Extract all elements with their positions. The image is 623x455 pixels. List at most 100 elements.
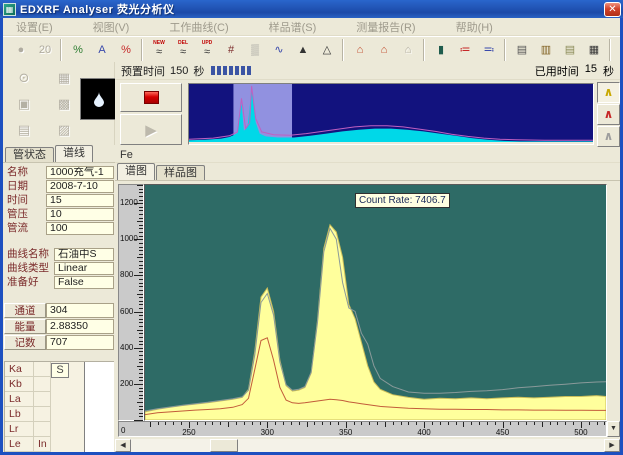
scroll-right-button[interactable]: ▶ [604,439,620,452]
list-red-button[interactable]: ≔ [454,40,476,60]
calibrate-a-button[interactable]: A [91,40,113,60]
toolbar-group: %A% [63,39,142,61]
line-la-label[interactable]: La [5,392,34,407]
x-tick [526,422,527,425]
y-tick [139,272,143,273]
y-tick [134,312,143,313]
y-tick [137,402,143,403]
region-select-button[interactable]: ▒ [244,40,266,60]
y-tick [139,344,143,345]
element-s-tag[interactable]: S [51,363,69,378]
y-axis-ruler: 20040060080010001200 [118,184,144,421]
tab-sample-chart[interactable]: 样品图 [156,165,205,180]
line-lb-label[interactable]: Lb [5,407,34,422]
field-ready-value: False [54,276,114,289]
grid-button[interactable]: # [220,40,242,60]
field-date-label: 日期 [4,180,46,193]
y-tick [139,189,143,190]
curve-new-button[interactable]: NEW≈ [148,40,170,60]
progress-blocks [211,66,251,75]
y-tick [137,294,143,295]
peak-view-red-button[interactable]: ∧ [597,104,620,125]
x-tick [173,422,174,425]
mini-chart-button[interactable]: ∿ [268,40,290,60]
tube-current-button[interactable]: ▩ [51,94,77,116]
tab-tube-status[interactable]: 管状态 [5,147,54,162]
close-button[interactable]: ✕ [604,2,621,17]
monitor-button[interactable]: ▮ [430,40,452,60]
spectrum-plot[interactable]: Count Rate: 7406.7 [144,184,607,421]
percent-red-button[interactable]: % [115,40,137,60]
line-ka-label[interactable]: Ka [5,362,34,377]
curve-del-button[interactable]: DEL≈ [172,40,194,60]
y-tick [139,265,143,266]
home-load-icon: ⌂ [357,44,364,56]
tube-clock-button[interactable]: ⊙ [11,68,37,90]
peak-mark-button[interactable]: ▲ [292,40,314,60]
peak-view-yellow-button[interactable]: ∧ [597,82,620,103]
preset-time-label: 预置时间 [121,63,165,79]
line-le-label[interactable]: Le [5,437,34,452]
print-button[interactable]: ▤ [511,40,533,60]
preset-time-value: 150 [170,65,188,77]
tube-sample-button[interactable]: ▨ [51,120,77,142]
list-blue-button[interactable]: ≕ [478,40,500,60]
menu-sample[interactable]: 样品谱(S) [256,19,330,35]
tube-card-button[interactable]: ▤ [11,120,37,142]
peak-label-button[interactable]: △ [316,40,338,60]
peak-view-gray-button[interactable]: ∧ [597,126,620,147]
percent-green-button[interactable]: % [67,40,89,60]
line-lr-extra [34,422,51,437]
scroll-down-button[interactable]: ▼ [607,421,620,437]
x-tick-label: 450 [493,428,513,437]
field-ready-row: 准备好False [4,276,114,289]
tab-spectrum-chart[interactable]: 谱图 [117,163,155,180]
curve-new-icon: ≈ [156,46,162,58]
x-tick [471,422,472,425]
menu-curve[interactable]: 工作曲线(C) [156,19,241,35]
print-setup-button[interactable]: ▥ [535,40,557,60]
spectrum-overview[interactable] [188,83,594,145]
axis-origin-label: 0 [121,426,125,435]
menu-report[interactable]: 测量报告(R) [343,19,428,35]
menu-settings[interactable]: 设置(E) [3,19,66,35]
y-tick [134,275,143,276]
tube-hv-button[interactable]: ▦ [51,68,77,90]
measure-ball-button[interactable]: ● [10,40,32,60]
menu-view[interactable]: 视图(V) [80,19,143,35]
line-kb-label[interactable]: Kb [5,377,34,392]
calculator-button[interactable]: ▦ [583,40,605,60]
menu-help[interactable]: 帮助(H) [443,19,506,35]
home-clear-button[interactable]: ⌂ [397,40,419,60]
x-tick-label: 400 [414,428,434,437]
measurement-controls: ▶ ∧∧∧ [115,80,620,148]
curve-update-button[interactable]: UPD≈ [196,40,218,60]
field-current-row: 管流100 [4,222,114,235]
line-kb-extra [34,377,51,392]
line-lb-extra [34,407,51,422]
home-load-button[interactable]: ⌂ [349,40,371,60]
x-tick [440,422,441,425]
tab-spectral-lines[interactable]: 谱线 [55,145,93,162]
horizontal-scrollbar[interactable]: ◀ ▶ [115,439,620,452]
home-save-button[interactable]: ⌂ [373,40,395,60]
tube-hv-icon: ▦ [58,70,70,85]
x-tick [275,422,276,425]
x-tick [330,422,331,425]
print-export-button[interactable]: ▤ [559,40,581,60]
y-tick [139,214,143,215]
line-list-box[interactable] [84,362,114,452]
tube-paste-button[interactable]: ▣ [11,94,37,116]
y-tick [139,388,143,389]
line-lr-label[interactable]: Lr [5,422,34,437]
x-tick [597,422,598,425]
field-energy-label: 能量 [4,319,46,334]
scroll-left-button[interactable]: ◀ [115,439,131,452]
scrollbar-thumb[interactable] [210,439,238,452]
stop-icon [144,91,159,104]
counter-20-button[interactable]: 20 [34,40,56,60]
stop-button[interactable] [120,83,182,112]
menu-bar: 设置(E) 视图(V) 工作曲线(C) 样品谱(S) 测量报告(R) 帮助(H) [3,18,620,36]
sample-indicator [80,78,118,120]
start-button[interactable]: ▶ [120,114,182,145]
